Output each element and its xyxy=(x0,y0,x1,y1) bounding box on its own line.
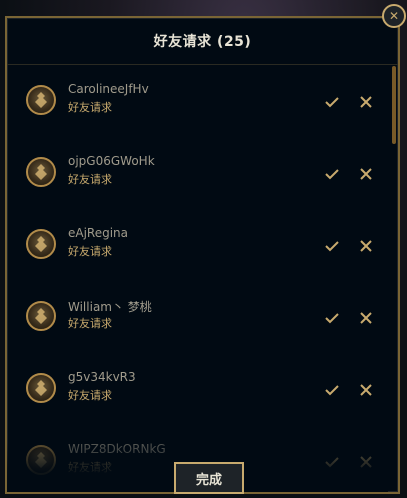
request-status: 好友请求 xyxy=(68,101,112,114)
avatar[interactable] xyxy=(26,157,56,187)
accept-check-icon[interactable] xyxy=(324,166,340,182)
poro-emblem-icon xyxy=(35,236,47,252)
poro-emblem-icon xyxy=(35,92,47,108)
request-row: CarolineeJfHv 好友请求 xyxy=(7,66,388,138)
request-status: 好友请求 xyxy=(68,389,112,402)
poro-emblem-icon xyxy=(35,380,47,396)
decline-x-icon[interactable] xyxy=(358,238,374,254)
request-name: WIPZ8DkORNkG xyxy=(68,442,166,456)
dialog-title: 好友请求 (25) xyxy=(153,34,252,50)
decline-x-icon[interactable] xyxy=(358,310,374,326)
request-list[interactable]: CarolineeJfHv 好友请求 ojpG06GWoHk 好友请求 eAjR… xyxy=(7,66,388,492)
avatar[interactable] xyxy=(26,445,56,475)
request-row: g5v34kvR3 好友请求 xyxy=(7,354,388,426)
request-row: William丶 梦桃 好友请求 xyxy=(7,282,388,354)
accept-check-icon[interactable] xyxy=(324,310,340,326)
request-status: 好友请求 xyxy=(68,173,112,186)
request-status: 好友请求 xyxy=(68,317,112,330)
accept-check-icon[interactable] xyxy=(324,454,340,470)
accept-check-icon[interactable] xyxy=(324,238,340,254)
friend-requests-dialog: 好友请求 (25) ✕ CarolineeJfHv 好友请求 ojpG06GWo… xyxy=(5,4,406,494)
request-name: William丶 梦桃 xyxy=(68,300,152,314)
request-name: CarolineeJfHv xyxy=(68,82,149,96)
request-status: 好友请求 xyxy=(68,245,112,258)
avatar[interactable] xyxy=(26,229,56,259)
close-button[interactable]: ✕ xyxy=(382,4,406,28)
avatar[interactable] xyxy=(26,85,56,115)
request-name: eAjRegina xyxy=(68,226,129,240)
avatar[interactable] xyxy=(26,373,56,403)
request-name: ojpG06GWoHk xyxy=(68,154,155,168)
decline-x-icon[interactable] xyxy=(358,94,374,110)
decline-x-icon[interactable] xyxy=(358,166,374,182)
dialog-header: 好友请求 (25) xyxy=(7,18,398,65)
poro-emblem-icon xyxy=(35,164,47,180)
list-scrollbar[interactable] xyxy=(392,66,396,144)
poro-emblem-icon xyxy=(35,308,47,324)
request-row: eAjRegina 好友请求 xyxy=(7,210,388,282)
decline-x-icon[interactable] xyxy=(358,382,374,398)
request-row: ojpG06GWoHk 好友请求 xyxy=(7,138,388,210)
decline-x-icon[interactable] xyxy=(358,454,374,470)
done-button[interactable]: 完成 xyxy=(174,462,244,494)
poro-emblem-icon xyxy=(35,452,47,468)
accept-check-icon[interactable] xyxy=(324,382,340,398)
request-status: 好友请求 xyxy=(68,461,112,474)
close-icon: ✕ xyxy=(388,9,400,23)
accept-check-icon[interactable] xyxy=(324,94,340,110)
request-name: g5v34kvR3 xyxy=(68,370,136,384)
avatar[interactable] xyxy=(26,301,56,331)
